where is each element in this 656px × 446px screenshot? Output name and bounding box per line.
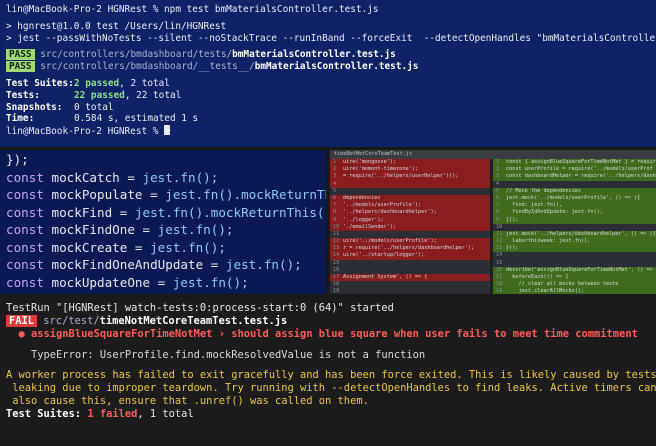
diff-line: 3 const dashboardHelper = require('../hel…: [493, 173, 656, 181]
diff-line: 18: [330, 281, 490, 289]
fail-dir: src/test/: [43, 315, 100, 328]
script-header: > hgnrest@1.0.0 test /Users/lin/HGNRest: [6, 20, 227, 32]
code-line: });: [6, 152, 29, 167]
result-dir: src/controllers/bmdashboard/tests/: [40, 49, 233, 61]
worker-warning-1: A worker process has failed to exit grac…: [6, 368, 656, 381]
fail-badge: FAIL: [6, 315, 38, 328]
failed-test-name: ● assignBlueSquareForTimeNotMet › should…: [18, 328, 638, 341]
diff-line: 11 jest.mock('../helpers/dashboardhelper'…: [493, 230, 656, 239]
diff-line: 4: [330, 180, 490, 188]
diff-line: 18 // clear all mocks between tests: [493, 281, 656, 289]
diff-line: 15: [493, 259, 656, 267]
fail-row: FAIL src/test/timeNotMetCoreTeamTest.tes…: [6, 315, 650, 328]
diff-line: 8 '../helpers/dashboardhelper');: [330, 209, 490, 217]
diff-line: 7 find: jest.fn(),: [493, 202, 656, 210]
diff-line: 16 describe('assignBlueSquareForTimeNotMe…: [493, 266, 656, 274]
diff-line: 9 '../logger');: [330, 216, 490, 224]
code-line: const mockFindOneAndUpdate = jest.fn();: [6, 257, 302, 272]
diff-line: 6 jest.mock('../models/userProfile', () =…: [493, 194, 656, 203]
diff-right-pane: 1 const { assignBlueSquareForTimeNotMet }…: [493, 159, 656, 294]
diff-line: 2 const userProfile = require('../models/…: [493, 166, 656, 174]
diff-line: 4: [493, 180, 656, 188]
code-line: const mockCreate = jest.fn();: [6, 239, 226, 255]
diff-line: 17 Assignment System', () => {: [330, 274, 490, 282]
code-line: const mockCatch = jest.fn();: [6, 169, 219, 185]
test-result-row: PASS src/controllers/bmdashboard/__tests…: [6, 61, 650, 73]
pass-badge: PASS: [6, 49, 35, 61]
final-prompt: lin@MacBook-Pro-2 HGNRest %: [6, 125, 650, 138]
pass-badge: PASS: [6, 61, 35, 73]
summary-suites: Test Suites:2 passed, 2 total: [6, 77, 170, 89]
prompt-line: lin@MacBook-Pro-2 HGNRest % npm test bmM…: [6, 4, 379, 15]
worker-warning-2: leaking due to improper teardown. Try ru…: [6, 382, 656, 395]
diff-line: 13}));: [493, 245, 656, 253]
worker-warning-3: also cause this, ensure that .unref() wa…: [6, 395, 369, 408]
diff-line: 12 uire('../models/userProfile');: [330, 238, 490, 246]
diff-line: 5// Mock the dependencies: [493, 187, 656, 195]
diff-line: 11: [330, 230, 490, 239]
test-result-row: PASS src/controllers/bmdashboard/tests/b…: [6, 49, 650, 61]
fail-file: timeNotMetCoreTeamTest.test.js: [99, 315, 288, 328]
diff-line: 10 './emailSender');: [330, 223, 490, 231]
summary-tests: Tests: 22 passed, 22 total: [6, 89, 182, 101]
diff-line: 13 r = require('../helpers/dashboardhelpe…: [330, 245, 490, 253]
result-file: bmMaterialsController.test.js: [254, 61, 419, 73]
diff-line: 14 uire('../startup/logger');: [330, 252, 490, 260]
result-dir: src/controllers/bmdashboard/__tests__/: [40, 61, 255, 73]
diff-line: 6 dependencies: [330, 194, 490, 203]
mock-declarations: const mockCatch = jest.fn(); const mockPo…: [6, 169, 326, 292]
summary-snapshots: Snapshots: 0 total: [6, 101, 114, 113]
code-line: const mockPopulate = jest.fn().mockRetur…: [6, 187, 326, 202]
diff-line: 5: [330, 187, 490, 195]
diff-line: 1 const { assignBlueSquareForTimeNotMet }…: [493, 159, 656, 167]
diff-line: 19: [330, 288, 490, 294]
diff-line: 3 = require('../helpers/userHelper')();: [330, 173, 490, 181]
error-message: TypeError: UserProfile.find.mockResolved…: [31, 348, 426, 361]
diff-line: 19 jest.clearAllMocks();: [493, 288, 656, 294]
diff-view[interactable]: timeNotMetCoreTeamTest.js 1 uire('mongoos…: [330, 150, 656, 294]
diff-line: 17 beforeEach(() => {: [493, 274, 656, 282]
result-file: bmMaterialsController.test.js: [232, 49, 396, 61]
code-line: const mockUpdateOne = jest.fn();: [6, 274, 249, 290]
code-line: const mockFind = jest.fn().mockReturnThi…: [6, 204, 326, 220]
diff-line: 15: [330, 259, 490, 267]
script-command: > jest --passWithNoTests --silent --noSt…: [6, 32, 656, 44]
terminal-cursor: [164, 125, 171, 136]
diff-line: 10: [493, 223, 656, 231]
diff-line: 7 '../models/userProfile');: [330, 202, 490, 210]
diff-line: 2 uire('moment-timezone');: [330, 166, 490, 174]
diff-line: 14: [493, 252, 656, 260]
test-run-line: TestRun "[HGNRest] watch-tests:0:process…: [6, 302, 394, 314]
top-terminal[interactable]: lin@MacBook-Pro-2 HGNRest % npm test bmM…: [0, 0, 656, 147]
code-editor[interactable]: }); const mockCatch = jest.fn(); const moc…: [0, 150, 326, 294]
code-line: const mockFindOne = jest.fn();: [6, 222, 234, 237]
diff-line: 12 laborthisweek: jest.fn(),: [493, 238, 656, 246]
fail-summary: Test Suites: 1 failed, 1 total: [6, 408, 194, 421]
diff-line: 9}));: [493, 216, 656, 224]
diff-left-pane: 1 uire('mongoose'); 2 uire('moment-timezone…: [330, 159, 490, 294]
summary-time: Time: 0.584 s, estimated 1 s: [6, 113, 199, 125]
diff-line: 16: [330, 266, 490, 274]
diff-line: 8 findByIdAndUpdate: jest.fn(),: [493, 209, 656, 217]
diff-tab[interactable]: timeNotMetCoreTeamTest.js: [330, 150, 656, 159]
diff-line: 1 uire('mongoose');: [330, 159, 490, 167]
bottom-terminal[interactable]: TestRun "[HGNRest] watch-tests:0:process…: [0, 298, 656, 446]
